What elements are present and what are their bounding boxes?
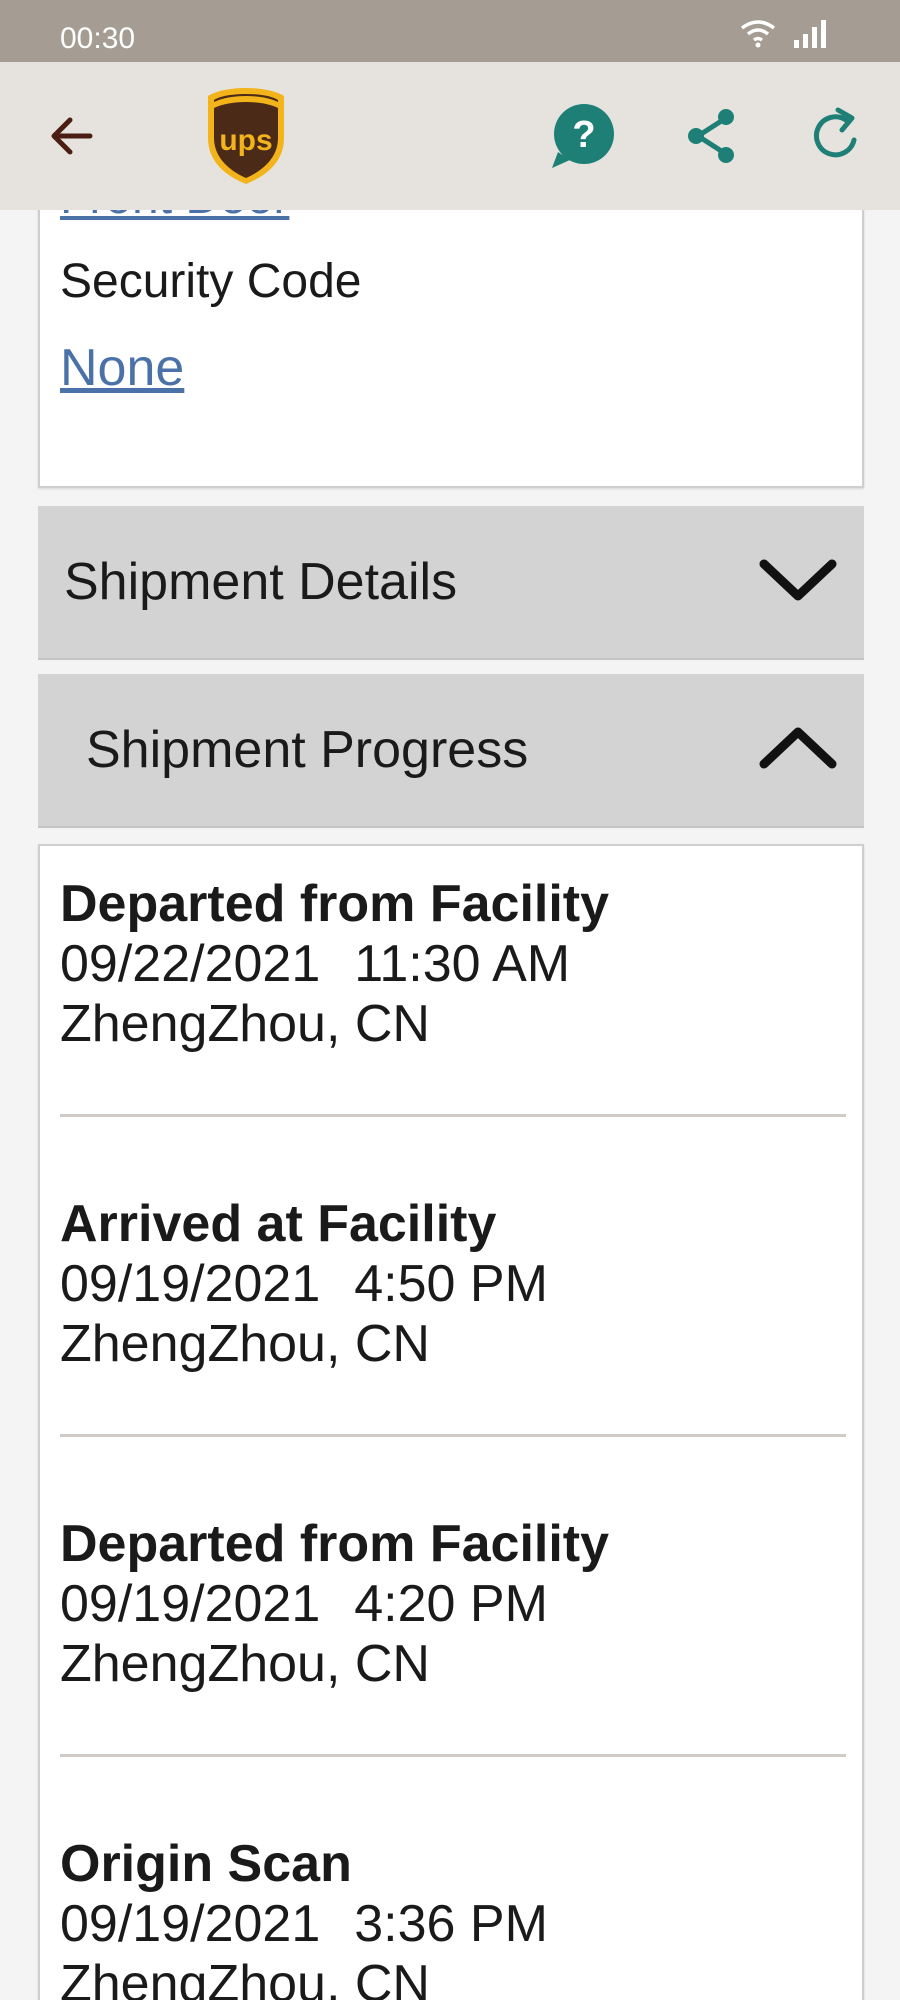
event-datetime: 09/22/2021 11:30 AM — [60, 934, 846, 994]
event-time: 4:20 PM — [354, 1575, 548, 1633]
divider — [60, 1114, 846, 1117]
progress-event: Origin Scan 09/19/2021 3:36 PM ZhengZhou,… — [60, 1834, 846, 2000]
event-location: ZhengZhou, CN — [60, 995, 430, 1053]
event-datetime: 09/19/2021 4:50 PM — [60, 1254, 846, 1314]
event-datetime: 09/19/2021 4:20 PM — [60, 1574, 846, 1634]
event-location: ZhengZhou, CN — [60, 1315, 430, 1373]
event-time: 4:50 PM — [354, 1255, 548, 1313]
progress-event: Departed from Facility 09/22/2021 11:30 A… — [60, 874, 846, 1054]
status-time: 00:30 — [60, 22, 136, 55]
event-time: 11:30 AM — [354, 935, 571, 993]
event-status: Arrived at Facility — [60, 1195, 497, 1253]
progress-event: Arrived at Facility 09/19/2021 4:50 PM Zh… — [60, 1194, 846, 1374]
chevron-up-icon — [759, 727, 837, 769]
event-location: ZhengZhou, CN — [60, 1635, 430, 1693]
progress-event: Departed from Facility 09/19/2021 4:20 PM… — [60, 1514, 846, 1694]
event-datetime: 09/19/2021 3:36 PM — [60, 1894, 846, 1954]
svg-text:?: ? — [572, 114, 595, 156]
status-icons — [738, 18, 828, 48]
shipment-progress-title: Shipment Progress — [86, 721, 529, 779]
tracking-content[interactable]: Front Door Security Code None Shipment D… — [0, 210, 900, 2000]
event-date: 09/19/2021 — [60, 1255, 321, 1313]
shipment-progress-list: Departed from Facility 09/22/2021 11:30 A… — [38, 844, 864, 2000]
divider — [60, 1754, 846, 1757]
chevron-down-icon — [759, 559, 837, 601]
delivery-options-card: Front Door Security Code None — [38, 210, 864, 488]
shipment-details-title: Shipment Details — [64, 553, 458, 611]
signal-icon — [794, 20, 826, 48]
event-date: 09/22/2021 — [60, 935, 321, 993]
event-date: 09/19/2021 — [60, 1895, 321, 1953]
delivery-location-link[interactable]: Front Door — [60, 210, 289, 222]
security-code-link[interactable]: None — [60, 338, 184, 398]
event-location: ZhengZhou, CN — [60, 1955, 430, 2000]
status-bar: 00:30 — [0, 0, 900, 62]
shipment-details-header[interactable]: Shipment Details — [38, 506, 864, 660]
event-date: 09/19/2021 — [60, 1575, 321, 1633]
event-status: Origin Scan — [60, 1835, 352, 1893]
event-time: 3:36 PM — [354, 1895, 548, 1953]
arrow-left-icon[interactable] — [46, 110, 98, 162]
divider — [60, 1434, 846, 1437]
share-icon[interactable] — [684, 106, 740, 166]
event-status: Departed from Facility — [60, 875, 610, 933]
help-chat-icon[interactable]: ? — [548, 102, 616, 170]
svg-text:ups: ups — [219, 124, 272, 157]
app-bar: ups ? — [0, 62, 900, 210]
wifi-icon — [740, 20, 776, 48]
security-code-label: Security Code — [60, 255, 362, 308]
ups-logo: ups — [208, 88, 284, 184]
shipment-progress-header[interactable]: Shipment Progress — [38, 674, 864, 828]
refresh-icon[interactable] — [808, 106, 864, 166]
event-status: Departed from Facility — [60, 1515, 610, 1573]
